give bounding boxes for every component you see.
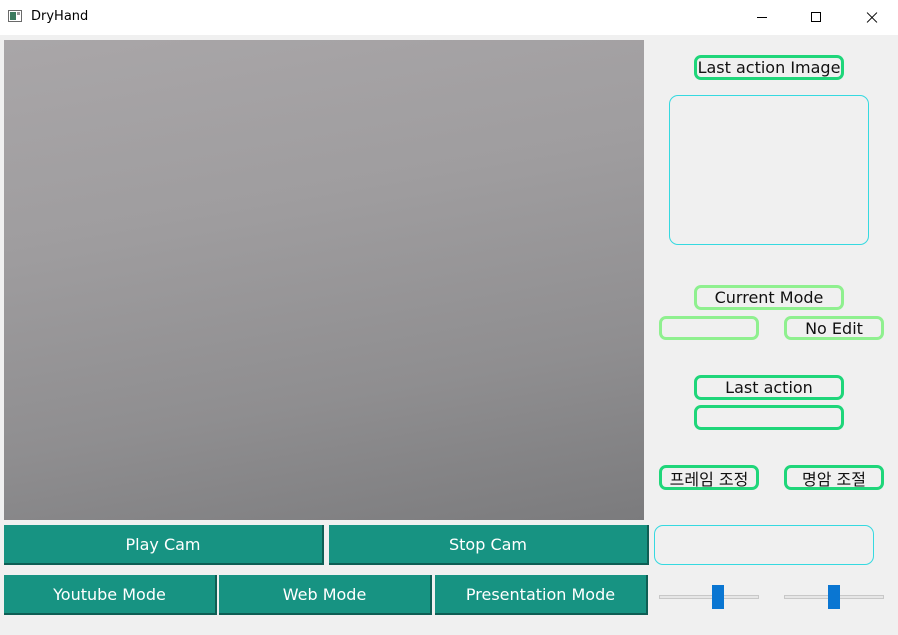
app-icon	[8, 10, 22, 22]
last-action-image	[669, 95, 869, 245]
brightness-adjust-label: 명암 조절	[784, 465, 884, 490]
frame-slider-handle[interactable]	[712, 585, 724, 609]
window-title: DryHand	[31, 9, 89, 24]
frame-adjust-label: 프레임 조정	[659, 465, 759, 490]
web-mode-button[interactable]: Web Mode	[219, 575, 432, 615]
camera-view	[4, 40, 644, 520]
minimize-button[interactable]	[734, 0, 789, 35]
close-button[interactable]	[844, 0, 898, 35]
brightness-slider[interactable]	[784, 585, 884, 609]
stop-cam-button[interactable]: Stop Cam	[329, 525, 649, 565]
info-box	[654, 525, 874, 565]
maximize-button[interactable]	[789, 0, 844, 35]
youtube-mode-button[interactable]: Youtube Mode	[4, 575, 217, 615]
last-action-image-label: Last action Image	[694, 55, 844, 80]
play-cam-button[interactable]: Play Cam	[4, 525, 324, 565]
frame-slider[interactable]	[659, 585, 759, 609]
last-action-value	[694, 405, 844, 430]
current-mode-label: Current Mode	[694, 285, 844, 310]
current-mode-value	[659, 316, 759, 340]
brightness-slider-handle[interactable]	[828, 585, 840, 609]
frame-slider-track[interactable]	[659, 595, 759, 599]
title-bar: DryHand	[0, 0, 898, 35]
edit-status-label: No Edit	[784, 316, 884, 340]
last-action-label: Last action	[694, 375, 844, 400]
presentation-mode-button[interactable]: Presentation Mode	[435, 575, 648, 615]
